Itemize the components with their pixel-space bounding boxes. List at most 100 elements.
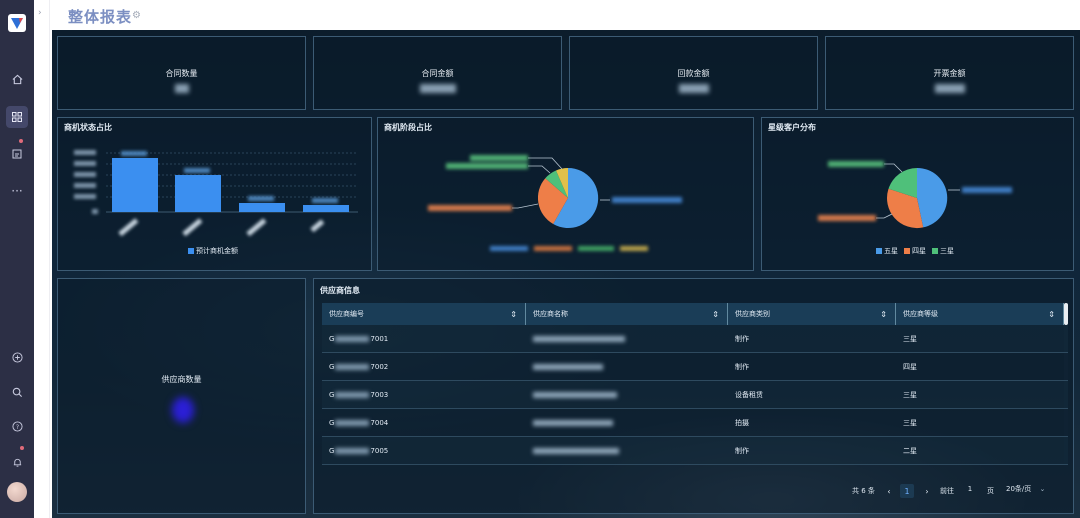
code-suffix: 7004 [370,419,389,427]
kpi-value-blurred [934,84,965,93]
gear-icon[interactable]: ⚙ [132,10,141,21]
bar[interactable] [175,175,221,212]
cell-code: G 7002 [322,353,388,381]
cell-name [526,325,625,353]
column-header-category[interactable]: 供应商类别 ⇕ [728,303,896,325]
column-header-name[interactable]: 供应商名称 ⇕ [526,303,728,325]
masked-text [335,420,370,426]
legend-label: 预计商机金额 [196,247,238,255]
masked-text [335,364,370,370]
code-prefix: G [329,363,335,371]
column-header-label: 供应商名称 [533,310,568,318]
bar[interactable] [112,158,158,212]
sort-icon[interactable]: ⇕ [880,310,887,319]
legend-swatch [932,248,938,254]
kpi-card-contract-count: 合同数量 [57,36,306,110]
cell-code: G 7005 [322,437,388,465]
sort-icon[interactable]: ⇕ [1048,310,1055,319]
supplier-count-panel: 供应商数量 [57,278,306,514]
cell-level: 三星 [903,419,917,427]
legend-item[interactable]: 预计商机金额 [188,246,238,256]
kpi-value-blurred [678,84,709,93]
cell-category: 设备租赁 [735,391,763,399]
opportunity-stage-panel: 商机阶段占比 [377,117,754,271]
add-circle-icon[interactable] [6,346,28,368]
sort-icon[interactable]: ⇕ [510,310,517,319]
pie-slice[interactable] [917,167,948,228]
supplier-info-panel: 供应商信息 供应商编号 ⇕ 供应商名称 ⇕ 供应商类别 ⇕ 供应商等级 ⇕ G … [313,278,1074,514]
cell-name [526,437,619,465]
table-row[interactable]: G 7005 制作 二星 [322,437,1068,465]
page-size-select[interactable]: 20条/页 ⌄ [1006,482,1058,496]
app-logo[interactable] [8,14,26,32]
table-row[interactable]: G 7001 制作 三星 [322,325,1068,353]
kpi-label: 合同金额 [421,69,454,78]
cell-name [526,409,613,437]
chevron-right-icon[interactable]: › [38,8,42,18]
avatar[interactable] [7,482,27,502]
goto-page-input[interactable]: 1 [960,482,980,496]
edit-doc-icon[interactable] [6,143,28,165]
table-row[interactable]: G 7002 制作 四星 [322,353,1068,381]
dashboard-canvas: 合同数量 合同金额 回款金额 开票金额 商机状态占比 预计商机金额 商机阶段占比… [52,30,1080,518]
code-suffix: 7005 [370,447,389,455]
pagination-total: 共 6 条 [852,487,875,495]
table-row[interactable]: G 7003 设备租赁 三星 [322,381,1068,409]
kpi-value-blurred [174,84,189,93]
legend-swatch [876,248,882,254]
help-icon[interactable]: ? [6,415,28,437]
notification-dot [20,446,24,450]
kpi-label: 回款金额 [677,69,710,78]
next-page-icon[interactable]: › [920,484,934,498]
chevron-down-icon[interactable]: ⌄ [1040,485,1046,493]
prev-page-icon[interactable]: ‹ [882,484,896,498]
supplier-count-value-blurred [172,397,194,423]
legend: 五星 四星 三星 [876,246,960,256]
masked-text [335,336,370,342]
code-prefix: G [329,335,335,343]
x-axis-labels-blurred [118,218,325,237]
notification-dot [19,139,23,143]
column-header-label: 供应商编号 [329,310,364,318]
cell-level: 二星 [903,447,917,455]
search-icon[interactable] [6,381,28,403]
cell-code: G 7001 [322,325,388,353]
panel-title: 供应商信息 [320,286,360,295]
bar[interactable] [239,203,285,212]
code-prefix: G [329,447,335,455]
cell-category: 制作 [735,335,749,343]
legend-label: 五星 [884,247,898,255]
home-icon[interactable] [6,68,28,90]
column-header-level[interactable]: 供应商等级 ⇕ [896,303,1064,325]
masked-text [335,448,370,454]
legend-item[interactable]: 三星 [932,246,954,256]
masked-text [533,448,619,454]
cell-category: 制作 [735,447,749,455]
column-header-code[interactable]: 供应商编号 ⇕ [322,303,526,325]
current-page-button[interactable]: 1 [900,484,914,498]
kpi-card-contract-amount: 合同金额 [313,36,562,110]
code-suffix: 7001 [370,335,389,343]
code-suffix: 7003 [370,391,389,399]
more-icon[interactable]: ··· [6,180,28,202]
scrollbar-thumb[interactable] [1064,303,1068,325]
y-axis-ticks-blurred [74,150,98,214]
legend-item[interactable]: 四星 [904,246,926,256]
table-row[interactable]: G 7004 拍摄 三星 [322,409,1068,437]
dashboard-grid-icon[interactable] [6,106,28,128]
cell-code: G 7004 [322,409,388,437]
bar[interactable] [303,205,349,212]
cell-level: 三星 [903,391,917,399]
kpi-card-payment-amount: 回款金额 [569,36,818,110]
masked-text [533,392,617,398]
sort-icon[interactable]: ⇕ [712,310,719,319]
cell-name [526,381,617,409]
kpi-card-invoice-amount: 开票金额 [825,36,1074,110]
goto-label: 前往 [940,487,954,495]
column-header-label: 供应商等级 [903,310,938,318]
star-customer-panel: 星级客户分布 五星 四星 三星 [761,117,1074,271]
sidebar-collapse-strip[interactable]: › [34,0,50,518]
legend-item[interactable]: 五星 [876,246,898,256]
bell-icon[interactable] [6,451,28,473]
left-nav-rail: ··· ? [0,0,34,518]
